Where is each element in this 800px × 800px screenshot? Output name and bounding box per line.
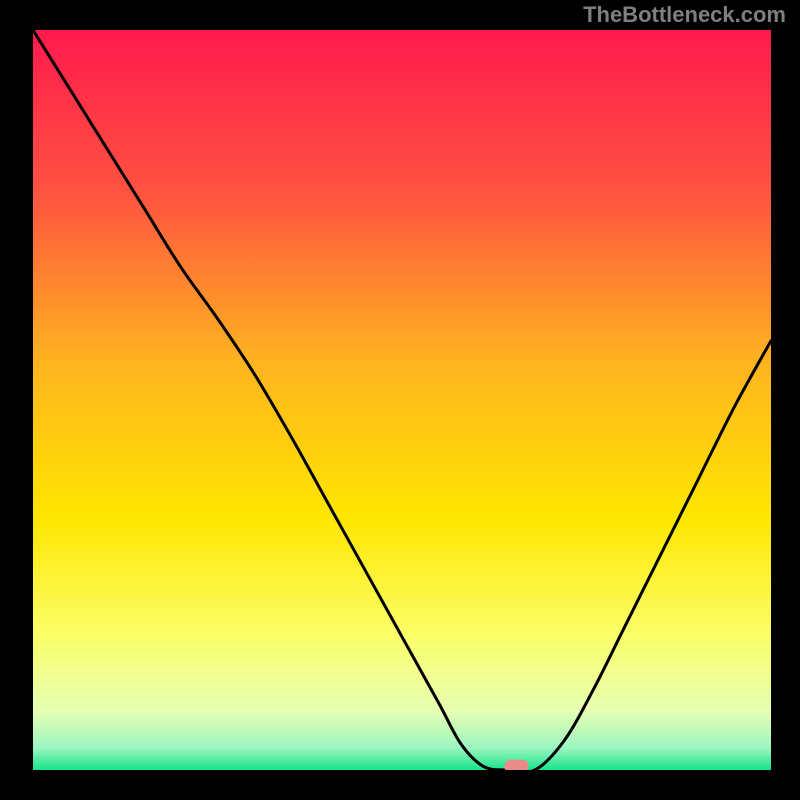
gradient-background [33, 30, 771, 770]
watermark-text: TheBottleneck.com [583, 2, 786, 28]
chart-frame: TheBottleneck.com [0, 0, 800, 800]
plot-area [33, 30, 771, 770]
chart-svg [33, 30, 771, 770]
minimum-marker [504, 760, 528, 770]
